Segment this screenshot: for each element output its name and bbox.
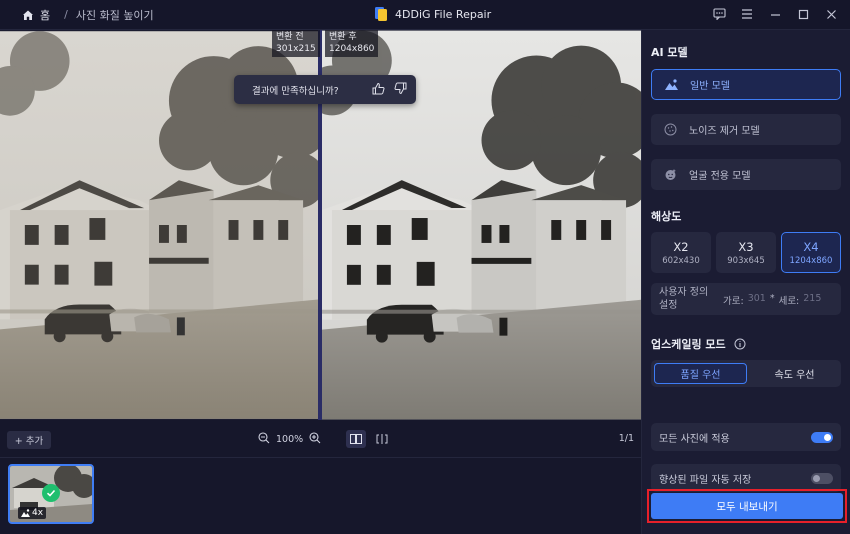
photo-thumbnail[interactable]: 4x — [8, 464, 94, 524]
viewer-toolbar: + 추가 100% 1/1 — [0, 420, 641, 458]
minimize-icon[interactable] — [768, 7, 782, 21]
resolution-x4-size: 1204x860 — [789, 255, 833, 266]
autosave-row: 향상된 파일 자동 저장 — [651, 464, 841, 492]
noise-icon — [663, 123, 677, 137]
mode-speed-button[interactable]: 속도 우선 — [751, 363, 838, 384]
breadcrumb-current-page: 사진 화질 높이기 — [75, 8, 154, 22]
thumbs-down-icon[interactable] — [394, 82, 407, 98]
window-controls — [712, 7, 838, 21]
resolution-x3-scale: X3 — [738, 239, 754, 254]
resolution-x2-size: 602x430 — [662, 255, 700, 266]
done-check-icon — [42, 484, 60, 502]
app-title-text: 4DDiG File Repair — [395, 7, 492, 21]
model-face-button[interactable]: 얼굴 전용 모델 — [651, 159, 841, 190]
height-input[interactable]: 215 — [803, 293, 821, 307]
scale-label: 4x — [32, 508, 44, 518]
title-bar: 홈 / 사진 화질 높이기 4DDiG File Repair — [0, 0, 850, 30]
resolution-x3-size: 903x645 — [727, 255, 765, 266]
export-all-button[interactable]: 모두 내보내기 — [651, 493, 843, 519]
autosave-label: 향상된 파일 자동 저장 — [659, 474, 752, 486]
feedback-icon[interactable] — [712, 7, 726, 21]
zoom-controls: 100% — [258, 432, 321, 447]
resolution-title: 해상도 — [651, 210, 682, 223]
model-denoise-button[interactable]: 노이즈 제거 모델 — [651, 114, 841, 145]
model-face-label: 얼굴 전용 모델 — [689, 171, 751, 182]
home-label: 홈 — [40, 8, 51, 22]
comparison-viewer[interactable]: 변환 전 301x215 변환 후 1204x860 결과에 만족하십니까? — [0, 30, 641, 420]
model-general-label: 일반 모델 — [690, 81, 730, 92]
model-general-button[interactable]: 일반 모델 — [651, 69, 841, 100]
home-icon — [23, 10, 33, 20]
maximize-icon[interactable] — [796, 7, 810, 21]
thumbs-up-icon[interactable] — [372, 82, 385, 98]
export-highlight-box: 모두 내보내기 — [647, 489, 847, 523]
resolution-x4-scale: X4 — [803, 239, 819, 254]
mode-quality-button[interactable]: 품질 우선 — [654, 363, 747, 384]
upscale-mode-segment: 품질 우선 속도 우선 — [651, 360, 841, 387]
feedback-popup: 결과에 만족하십니까? — [234, 75, 416, 104]
view-mode-switch — [346, 430, 392, 448]
autosave-toggle[interactable] — [811, 473, 833, 484]
breadcrumb-separator: / — [64, 8, 68, 21]
settings-panel: AI 모델 일반 모델 노이즈 제거 모델 얼굴 전용 모델 해상도 X2 60… — [641, 30, 850, 534]
times-sign: * — [769, 293, 775, 304]
thumbnail-strip: 4x — [0, 458, 641, 534]
ai-model-title: AI 모델 — [651, 46, 688, 59]
landscape-icon — [664, 78, 678, 92]
resolution-x2-scale: X2 — [673, 239, 689, 254]
face-icon — [663, 168, 677, 182]
height-label: 세로: — [778, 296, 800, 307]
before-size-text: 301x215 — [276, 44, 316, 54]
apply-all-toggle[interactable] — [811, 432, 833, 443]
page-indicator: 1/1 — [618, 433, 634, 444]
image-icon — [21, 509, 30, 517]
upscale-mode-title: 업스케일링 모드 — [651, 338, 726, 351]
resolution-x2-button[interactable]: X2 602x430 — [651, 232, 711, 273]
menu-icon[interactable] — [740, 7, 754, 21]
upscale-mode-heading: 업스케일링 모드 — [651, 336, 746, 352]
feedback-question: 결과에 만족하십니까? — [252, 85, 339, 97]
before-label: 변환 전 301x215 — [272, 30, 320, 57]
app-logo-icon — [374, 6, 388, 22]
after-size-text: 1204x860 — [329, 44, 375, 54]
apply-all-label: 모든 사진에 적용 — [659, 433, 730, 445]
resolution-x3-button[interactable]: X3 903x645 — [716, 232, 776, 273]
model-denoise-label: 노이즈 제거 모델 — [689, 126, 760, 137]
close-icon[interactable] — [824, 7, 838, 21]
after-label-text: 변환 후 — [329, 32, 357, 42]
apply-all-row: 모든 사진에 적용 — [651, 423, 841, 451]
custom-size-label: 사용자 정의 설정 — [659, 287, 709, 311]
home-link[interactable]: 홈 — [22, 7, 50, 23]
side-by-side-view-icon[interactable] — [346, 430, 366, 448]
info-icon[interactable] — [734, 338, 746, 350]
after-label: 변환 후 1204x860 — [325, 30, 379, 57]
zoom-level: 100% — [276, 434, 304, 445]
width-input[interactable]: 301 — [748, 293, 766, 307]
custom-size-setting[interactable]: 사용자 정의 설정 가로: 301 * 세로: 215 — [651, 283, 841, 315]
width-label: 가로: — [723, 296, 744, 307]
zoom-in-icon[interactable] — [309, 432, 321, 447]
add-button[interactable]: + 추가 — [7, 431, 51, 449]
zoom-out-icon[interactable] — [258, 432, 270, 447]
split-slider-view-icon[interactable] — [372, 430, 392, 448]
resolution-x4-button[interactable]: X4 1204x860 — [781, 232, 841, 273]
app-title: 4DDiG File Repair — [374, 6, 491, 22]
scale-badge: 4x — [18, 507, 47, 519]
before-label-text: 변환 전 — [276, 32, 304, 42]
